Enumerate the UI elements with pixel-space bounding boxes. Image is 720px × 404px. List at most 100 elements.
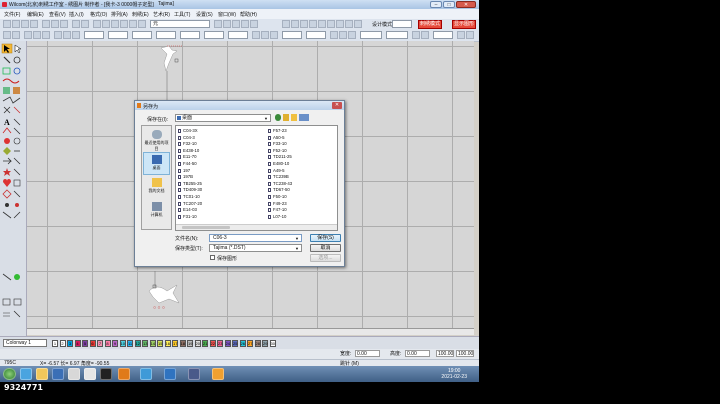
circle-tool-icon[interactable] — [4, 137, 21, 145]
zoom-out-icon[interactable] — [102, 20, 110, 28]
dialog-close-button[interactable]: ✕ — [332, 102, 342, 109]
open-icon[interactable] — [12, 20, 20, 28]
field-5[interactable] — [180, 31, 200, 39]
zoom-select[interactable]: 元 — [150, 20, 210, 28]
width-field[interactable]: 0.00 — [355, 350, 380, 357]
file-item[interactable]: TD409-30 — [178, 187, 202, 193]
tool-b-icon[interactable] — [223, 20, 231, 28]
file-item[interactable]: F31-10 — [178, 214, 197, 220]
file-item[interactable]: F44-50 — [178, 161, 197, 167]
tool-k-icon[interactable] — [327, 20, 335, 28]
color-swatch[interactable]: 2 — [59, 340, 66, 347]
satin-tool-icon[interactable] — [2, 78, 20, 84]
file-item[interactable]: TC239B — [268, 174, 289, 180]
show-graphics-button[interactable]: 显示图形 — [452, 20, 476, 29]
menu-arrange[interactable]: 排列(A) — [111, 11, 128, 18]
color-swatch[interactable]: 27 — [247, 340, 253, 347]
scale-y-field[interactable]: 100.00 — [456, 350, 474, 357]
bottom-tool-b-icon[interactable] — [3, 310, 21, 318]
field-8[interactable] — [282, 31, 302, 39]
scrollbar-thumb[interactable] — [182, 226, 230, 229]
color-swatch[interactable]: 4 — [74, 340, 81, 347]
menu-tools[interactable]: 工具(T) — [174, 11, 190, 18]
field-2[interactable] — [108, 31, 128, 39]
menu-art[interactable]: 艺术(R) — [153, 11, 170, 18]
ie-icon[interactable] — [20, 368, 32, 380]
file-item[interactable]: E11-70 — [178, 154, 197, 160]
color-swatch[interactable]: 22 — [209, 340, 216, 347]
color-swatch[interactable]: 16 — [164, 340, 171, 347]
run-tool-icon[interactable] — [2, 96, 21, 104]
redo-icon[interactable] — [81, 20, 89, 28]
zoom-box-icon[interactable] — [120, 20, 128, 28]
field-3[interactable] — [132, 31, 152, 39]
app-icon-9[interactable] — [164, 368, 176, 380]
monogram-tool-icon[interactable] — [2, 127, 21, 135]
star-tool-icon[interactable] — [3, 168, 21, 176]
menu-edit[interactable]: 编辑(E) — [27, 11, 44, 18]
file-item[interactable]: F52-10 — [268, 148, 287, 154]
stitch-g-icon[interactable] — [412, 31, 420, 39]
taskbar-clock[interactable]: 19:00 2021-02-23 — [441, 368, 467, 380]
menu-settings[interactable]: 设置(S) — [196, 11, 213, 18]
color-swatch[interactable]: 14 — [149, 340, 156, 347]
up-folder-icon[interactable] — [283, 114, 289, 121]
menu-embroidery[interactable]: 刺绣(E) — [132, 11, 149, 18]
design-mode-select[interactable] — [392, 20, 412, 28]
field-12[interactable] — [433, 31, 453, 39]
file-item[interactable]: TD211-25 — [268, 154, 292, 160]
color-swatch[interactable]: 21 — [202, 340, 208, 347]
stitch-i-icon[interactable] — [457, 31, 465, 39]
stitch-j-icon[interactable] — [466, 31, 474, 39]
maximize-button[interactable]: □ — [443, 1, 455, 8]
color-swatch[interactable]: 18 — [179, 340, 186, 347]
field-10[interactable] — [360, 31, 382, 39]
place-computer[interactable]: 计算机 — [143, 200, 170, 223]
diamond-tool-icon[interactable] — [2, 189, 21, 199]
align-left-icon[interactable] — [24, 31, 32, 39]
field-4[interactable] — [156, 31, 176, 39]
reshape-tool-icon[interactable] — [14, 44, 22, 54]
cut-tool-icon[interactable] — [3, 106, 21, 114]
color-swatch[interactable]: 10 — [119, 340, 126, 347]
minimize-button[interactable]: – — [430, 1, 442, 8]
save-button[interactable]: 保存(S) — [310, 234, 341, 242]
color-swatch[interactable]: 25 — [232, 340, 238, 347]
field-9[interactable] — [306, 31, 326, 39]
file-item[interactable]: E14-03 — [178, 207, 197, 213]
colorway-select[interactable]: Colorway 1 — [3, 339, 47, 347]
color-swatch[interactable]: 6 — [89, 340, 96, 347]
cancel-button[interactable]: 取消 — [310, 244, 341, 252]
horizontal-scrollbar[interactable] — [27, 328, 474, 335]
stitch-d-icon[interactable] — [330, 31, 338, 39]
back-icon[interactable] — [275, 114, 281, 121]
view-menu-icon[interactable] — [299, 114, 309, 121]
file-item[interactable]: TC238-43 — [268, 181, 292, 187]
color-swatch[interactable]: 1 — [52, 340, 58, 347]
file-item[interactable]: F32-10 — [178, 141, 197, 147]
knife-tool-icon[interactable] — [2, 211, 21, 219]
tool-j-icon[interactable] — [318, 20, 326, 28]
file-item[interactable]: F49-23 — [268, 201, 287, 207]
color-swatch[interactable]: 8 — [104, 340, 111, 347]
menu-insert[interactable]: 插入(I) — [69, 11, 84, 18]
app-icon-3[interactable] — [52, 368, 64, 380]
wilcom-icon[interactable] — [188, 368, 200, 380]
file-item[interactable]: TC01-10 — [178, 194, 200, 200]
file-item[interactable]: TB255-25 — [178, 181, 202, 187]
arrow-tool-icon[interactable] — [3, 157, 21, 165]
tool-d-icon[interactable] — [241, 20, 249, 28]
color-swatch[interactable]: 24 — [224, 340, 231, 347]
zoom-in-icon[interactable] — [93, 20, 101, 28]
node-tool-icon[interactable] — [5, 203, 19, 207]
tool-f-icon[interactable] — [282, 20, 290, 28]
cut-icon[interactable] — [42, 20, 50, 28]
tool-a-icon[interactable] — [214, 20, 222, 28]
file-item[interactable]: F50-10 — [268, 194, 287, 200]
look-in-select[interactable]: 桌面 ▼ — [175, 114, 271, 122]
qq-icon[interactable] — [100, 368, 112, 380]
color-swatch[interactable]: 9 — [112, 340, 118, 347]
color-swatch[interactable]: 30 — [269, 340, 276, 347]
stitch-c-icon[interactable] — [270, 31, 278, 39]
start-button-icon[interactable] — [3, 368, 16, 380]
